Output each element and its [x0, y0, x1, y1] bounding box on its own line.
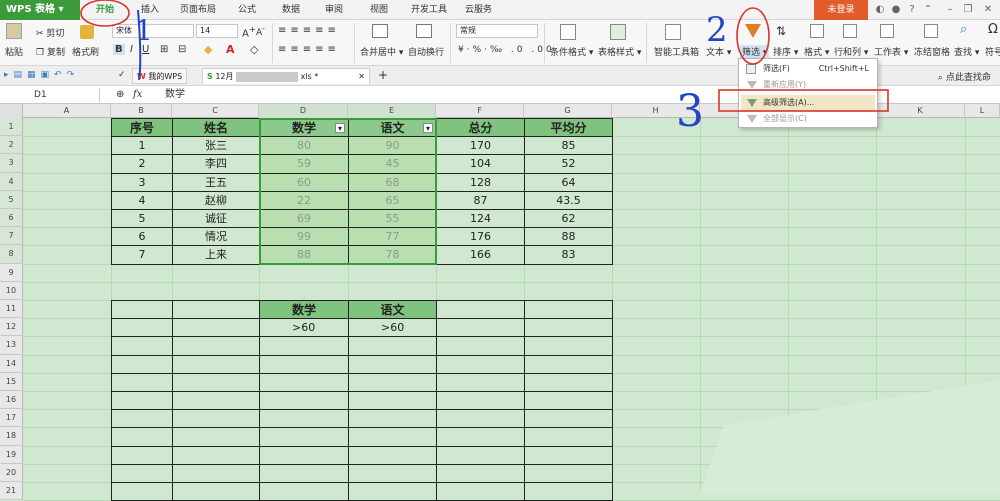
annotation-circle-filter [736, 7, 770, 65]
annotation-number-3: 3 [676, 86, 704, 137]
annotation-circle-home-tab [80, 0, 130, 27]
annotation-number-1: 1 [135, 14, 153, 47]
annotation-number-2: 2 [706, 10, 728, 50]
annotation-box-advanced-filter [718, 89, 889, 112]
annotation-layer [80, 0, 889, 112]
